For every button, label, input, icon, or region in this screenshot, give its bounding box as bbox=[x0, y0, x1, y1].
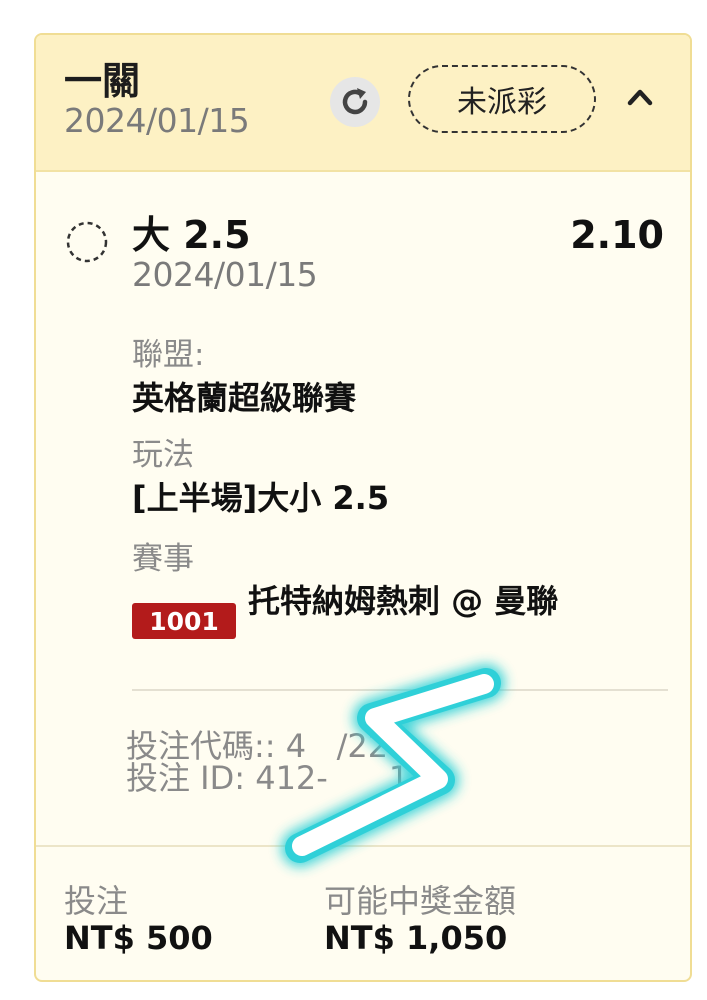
odds-value: 2.10 bbox=[570, 213, 664, 257]
refresh-icon bbox=[342, 88, 368, 115]
footer-divider bbox=[36, 845, 690, 847]
ticket-header[interactable]: 一關 2024/01/15 未派彩 bbox=[36, 35, 690, 172]
payout-value: NT$ 1,050 bbox=[324, 919, 508, 957]
market-value: [上半場]大小 2.5 bbox=[132, 479, 390, 517]
bet-code: 投注代碼:: 4 /227 bbox=[126, 727, 409, 765]
bet-id: 投注 ID: 412- 1 bbox=[126, 759, 410, 797]
chevron-up-icon[interactable] bbox=[622, 79, 658, 115]
league-value: 英格蘭超級聯賽 bbox=[132, 379, 357, 417]
selection-date: 2024/01/15 bbox=[132, 255, 318, 294]
bet-ticket-card: 一關 2024/01/15 未派彩 大 2.5 2.10 2024/01/15 … bbox=[34, 33, 692, 982]
divider bbox=[132, 689, 668, 691]
market-label: 玩法 bbox=[132, 437, 194, 473]
pending-circle-icon bbox=[66, 221, 108, 263]
selection-name: 大 2.5 bbox=[132, 213, 251, 257]
status-badge: 未派彩 bbox=[408, 65, 596, 133]
ticket-date: 2024/01/15 bbox=[64, 101, 250, 140]
match-name: 托特納姆熱刺 @ 曼聯 bbox=[248, 582, 559, 620]
stake-value: NT$ 500 bbox=[64, 919, 213, 957]
payout-label: 可能中獎金額 bbox=[324, 882, 517, 920]
bet-type: 一關 bbox=[64, 59, 141, 103]
match-id-badge: 1001 bbox=[132, 603, 236, 639]
event-label: 賽事 bbox=[132, 541, 194, 577]
stake-label: 投注 bbox=[64, 882, 129, 920]
refresh-button[interactable] bbox=[330, 77, 380, 127]
league-label: 聯盟: bbox=[132, 337, 205, 373]
